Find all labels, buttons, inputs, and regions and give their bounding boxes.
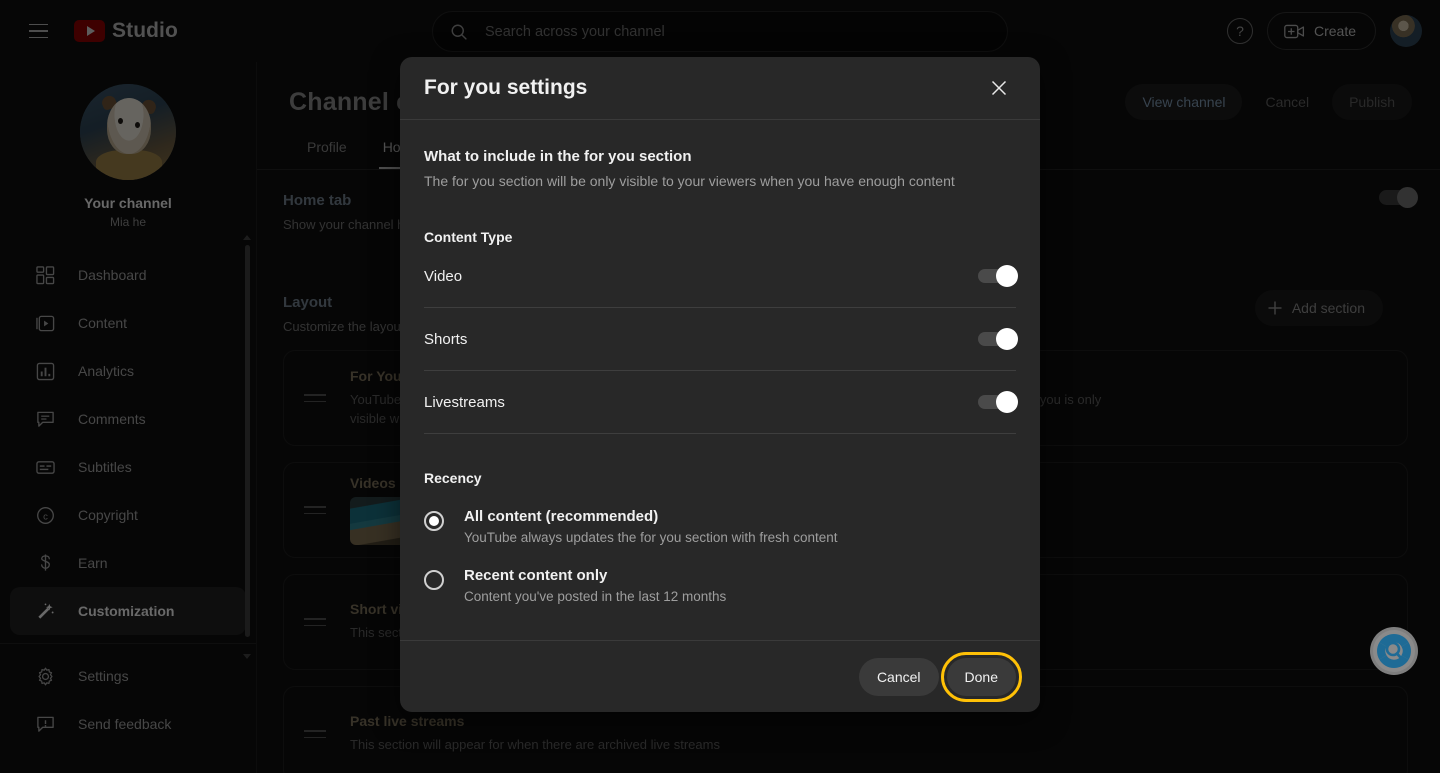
content-type-label: Content Type xyxy=(424,229,513,245)
dialog-done-button[interactable]: Done xyxy=(940,651,1023,702)
toggle-row-video: Video xyxy=(424,245,1018,308)
dialog-body: What to include in the for you section T… xyxy=(400,120,1040,640)
extension-badge-icon[interactable] xyxy=(1370,627,1418,675)
close-icon[interactable] xyxy=(982,71,1016,105)
toggle-label: Shorts xyxy=(424,330,468,348)
include-description: The for you section will be only visible… xyxy=(424,173,955,189)
radio-row-recent-content[interactable]: Recent content only Content you've poste… xyxy=(424,567,1016,604)
for-you-settings-dialog: For you settings What to include in the … xyxy=(400,57,1040,712)
radio-title: All content (recommended) xyxy=(464,508,659,525)
dialog-footer: Cancel Done xyxy=(400,640,1040,712)
radio-all-content[interactable] xyxy=(424,511,444,531)
dialog-cancel-button[interactable]: Cancel xyxy=(858,657,939,696)
toggle-label: Video xyxy=(424,267,463,285)
recency-label: Recency xyxy=(424,470,482,486)
radio-subtitle: YouTube always updates the for you secti… xyxy=(464,530,838,545)
toggle-label: Livestreams xyxy=(424,393,505,411)
radio-recent-content[interactable] xyxy=(424,570,444,590)
livestreams-toggle[interactable] xyxy=(978,391,1018,413)
include-heading: What to include in the for you section xyxy=(424,148,692,165)
radio-subtitle: Content you've posted in the last 12 mon… xyxy=(464,589,727,604)
shorts-toggle[interactable] xyxy=(978,328,1018,350)
video-toggle[interactable] xyxy=(978,265,1018,287)
radio-title: Recent content only xyxy=(464,567,608,584)
dialog-header: For you settings xyxy=(400,57,1040,120)
dialog-title: For you settings xyxy=(424,76,588,99)
toggle-row-livestreams: Livestreams xyxy=(424,371,1018,434)
toggle-row-shorts: Shorts xyxy=(424,308,1018,371)
radio-row-all-content[interactable]: All content (recommended) YouTube always… xyxy=(424,508,1016,545)
